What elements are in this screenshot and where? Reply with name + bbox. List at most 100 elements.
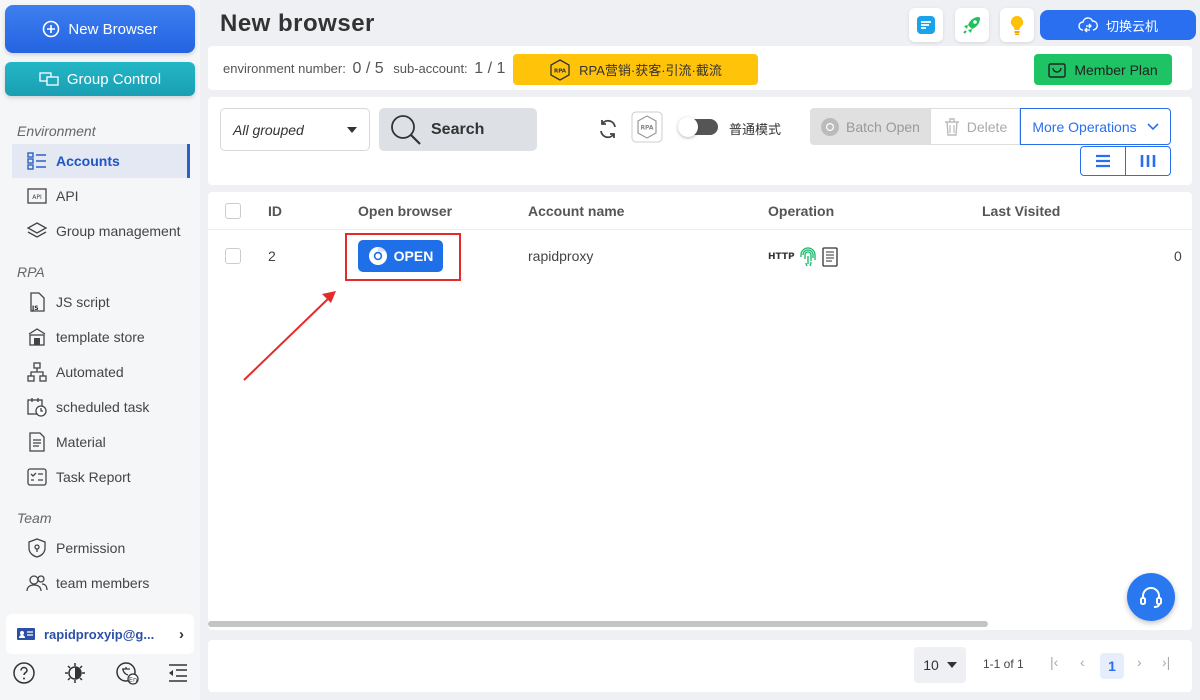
js-file-icon: JS <box>30 292 45 312</box>
row-checkbox[interactable] <box>225 248 241 264</box>
delete-label: Delete <box>966 118 1008 135</box>
notes-icon <box>917 16 935 34</box>
headset-icon <box>1140 587 1162 608</box>
sidebar-item-automated[interactable]: Automated <box>12 355 190 389</box>
next-page-icon[interactable]: › <box>1137 654 1142 670</box>
calendar-clock-icon <box>27 398 47 417</box>
batch-open-button[interactable]: Batch Open <box>810 108 930 145</box>
sidebar-item-label: template store <box>56 329 145 345</box>
open-browser-button[interactable]: OPEN <box>358 240 443 272</box>
select-all-checkbox[interactable] <box>225 203 241 219</box>
caret-down-icon <box>347 126 357 133</box>
sidebar-item-label: Material <box>56 434 106 450</box>
sub-account-label: sub-account: <box>393 61 468 76</box>
sidebar-item-template-store[interactable]: template store <box>12 320 190 354</box>
section-environment: Environment <box>17 123 96 139</box>
theme-icon[interactable] <box>63 661 87 685</box>
switch-cloud-button[interactable]: 切换云机 <box>1040 10 1196 40</box>
more-operations-label: More Operations <box>1032 118 1137 135</box>
section-team: Team <box>17 510 52 526</box>
env-number-value: 0 / 5 <box>352 60 384 77</box>
sidebar-item-accounts[interactable]: Accounts <box>12 144 190 178</box>
sidebar-item-material[interactable]: Material <box>12 425 190 459</box>
sidebar-item-label: Task Report <box>56 469 131 485</box>
svg-text:JS: JS <box>31 305 39 312</box>
plus-circle-icon <box>43 20 60 38</box>
first-page-icon[interactable]: |‹ <box>1050 654 1058 670</box>
sidebar-item-label: Automated <box>56 364 124 380</box>
shield-icon <box>28 538 46 558</box>
prev-page-icon[interactable]: ‹ <box>1080 654 1085 670</box>
column-view-button[interactable] <box>1126 147 1170 175</box>
sidebar-item-api[interactable]: API API <box>12 179 190 213</box>
new-browser-label: New Browser <box>68 20 158 38</box>
checklist-icon <box>27 468 47 486</box>
batch-open-label: Batch Open <box>846 118 920 135</box>
section-rpa: RPA <box>17 264 45 280</box>
language-icon[interactable]: En <box>115 661 139 685</box>
id-card-icon <box>17 628 35 640</box>
proxy-type-label: HTTP <box>768 252 795 262</box>
sidebar-item-task-report[interactable]: Task Report <box>12 460 190 494</box>
list-view-button[interactable] <box>1081 147 1126 175</box>
sidebar-item-permission[interactable]: Permission <box>12 531 190 565</box>
sidebar-footer-icons: En <box>8 660 194 686</box>
user-account-bar[interactable]: rapidproxyip@g... › <box>6 614 194 654</box>
current-page[interactable]: 1 <box>1100 653 1124 679</box>
notes-list-icon[interactable] <box>821 246 839 268</box>
row-id: 2 <box>268 248 276 264</box>
mode-toggle[interactable] <box>678 117 718 137</box>
chrome-icon <box>821 117 840 136</box>
sidebar-item-js-script[interactable]: JS JS script <box>12 285 190 319</box>
list-view-icon <box>1096 154 1110 168</box>
group-control-button[interactable]: Group Control <box>5 62 195 96</box>
page-title: New browser <box>220 10 375 37</box>
rpa-promo-banner[interactable]: RPA RPA营销·获客·引流·截流 <box>513 54 758 85</box>
sidebar-item-team-members[interactable]: team members <box>12 566 190 600</box>
group-select-value: All grouped <box>233 121 304 138</box>
support-button[interactable] <box>1127 573 1175 621</box>
usage-info: environment number: 0 / 5 sub-account: 1… <box>223 60 511 78</box>
sub-account-value: 1 / 1 <box>474 60 506 77</box>
more-operations-button[interactable]: More Operations <box>1020 108 1171 145</box>
svg-text:En: En <box>129 676 137 684</box>
refresh-icon[interactable] <box>596 117 620 141</box>
page-range: 1-1 of 1 <box>983 657 1024 671</box>
member-plan-label: Member Plan <box>1074 61 1158 78</box>
sidebar-item-group-management[interactable]: Group management <box>12 214 190 248</box>
mode-toggle-label: 普通模式 <box>729 122 782 137</box>
group-select[interactable]: All grouped <box>220 108 370 151</box>
rocket-button[interactable] <box>955 8 989 42</box>
last-page-icon[interactable]: ›| <box>1162 654 1170 670</box>
sidebar: New Browser Group Control Environment Ac… <box>0 0 200 700</box>
sidebar-item-scheduled-task[interactable]: scheduled task <box>12 390 190 424</box>
page-size-select[interactable]: 10 <box>914 647 966 683</box>
help-icon[interactable] <box>12 661 36 685</box>
new-browser-button[interactable]: New Browser <box>5 5 195 53</box>
chevron-down-icon <box>1147 122 1159 130</box>
accounts-table: ID Open browser Account name Operation L… <box>208 192 1192 630</box>
api-icon: API <box>27 188 47 204</box>
search-button[interactable]: Search <box>379 108 537 151</box>
tips-button[interactable] <box>1000 8 1034 42</box>
trash-icon <box>944 117 959 136</box>
delete-button[interactable]: Delete <box>930 108 1020 145</box>
member-plan-button[interactable]: Member Plan <box>1034 54 1172 85</box>
notes-button[interactable] <box>909 8 943 42</box>
rpa-badge-icon: RPA <box>550 58 570 81</box>
sidebar-item-label: Accounts <box>56 153 120 169</box>
view-toggle <box>1080 146 1171 176</box>
horizontal-scrollbar[interactable] <box>208 621 988 627</box>
search-icon <box>391 114 421 145</box>
sidebar-item-label: scheduled task <box>56 399 150 415</box>
toolbar: All grouped Search RPA 普通模式 Batch Open D… <box>208 97 1192 185</box>
page-size-value: 10 <box>923 657 939 673</box>
collapse-sidebar-icon[interactable] <box>166 661 190 685</box>
row-account-name: rapidproxy <box>528 248 594 264</box>
fingerprint-icon[interactable] <box>799 247 817 267</box>
switch-cloud-label: 切换云机 <box>1105 18 1158 34</box>
row-last-visited: 0 <box>1174 248 1182 264</box>
caret-down-icon <box>946 662 957 668</box>
rpa-icon[interactable]: RPA <box>631 111 663 143</box>
svg-text:RPA: RPA <box>640 125 653 132</box>
